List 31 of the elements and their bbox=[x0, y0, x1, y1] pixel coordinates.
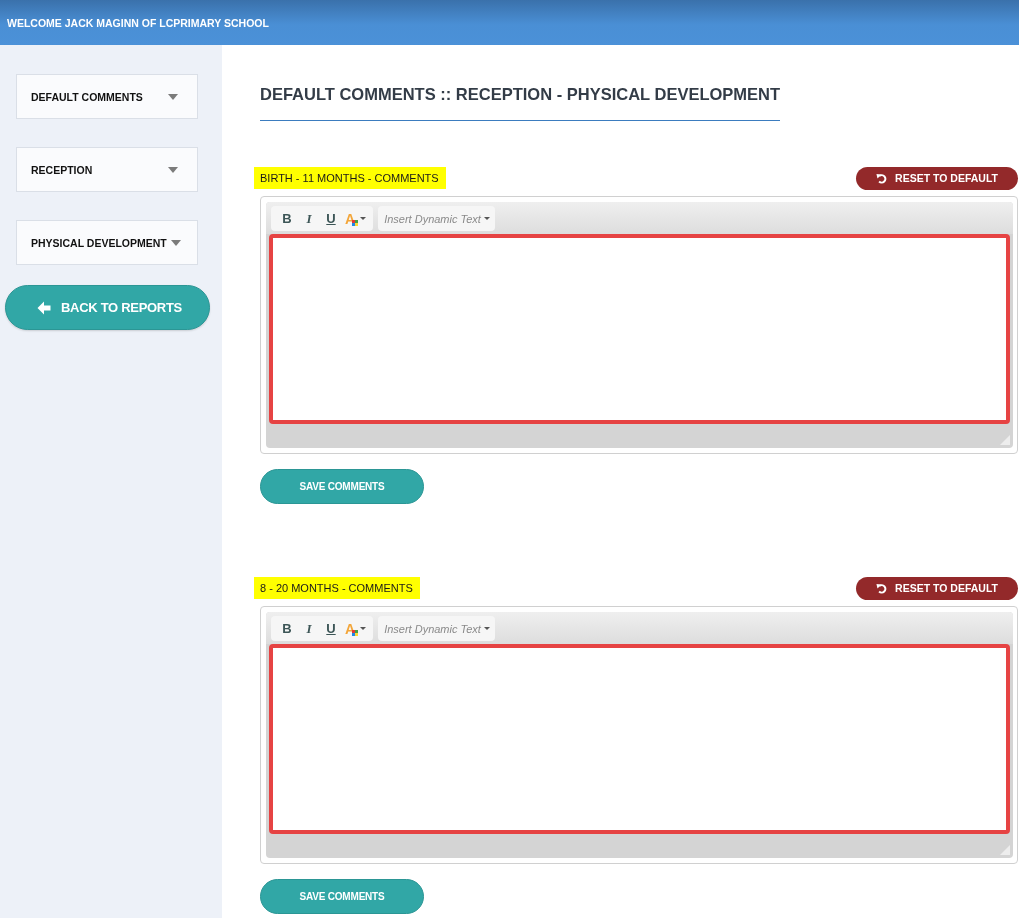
caret-icon bbox=[483, 217, 490, 220]
comment-textarea[interactable] bbox=[269, 234, 1010, 424]
reset-button[interactable]: RESET TO DEFAULT bbox=[856, 166, 1018, 190]
section-label: BIRTH - 11 MONTHS - COMMENTS bbox=[254, 167, 446, 189]
reset-icon bbox=[876, 582, 888, 594]
dropdown-select[interactable]: PHYSICAL DEVELOPMENT bbox=[16, 220, 198, 265]
color-squares-icon bbox=[352, 629, 359, 636]
comment-textarea[interactable] bbox=[269, 644, 1010, 834]
underline-button[interactable]: U bbox=[321, 618, 341, 639]
color-squares-icon bbox=[352, 219, 359, 226]
caret-icon bbox=[168, 166, 178, 173]
underline-button[interactable]: U bbox=[321, 208, 341, 229]
bold-button[interactable]: B bbox=[277, 208, 297, 229]
bold-button[interactable]: B bbox=[277, 618, 297, 639]
resize-grip-icon[interactable] bbox=[1000, 845, 1010, 855]
welcome-text: WELCOME JACK MAGINN OF LCPRIMARY SCHOOL bbox=[7, 16, 269, 29]
caret-icon bbox=[170, 239, 181, 246]
italic-button[interactable]: I bbox=[299, 208, 319, 229]
dropdown-select[interactable]: RECEPTION bbox=[16, 147, 198, 192]
reset-icon bbox=[876, 172, 888, 184]
caret-icon bbox=[360, 217, 367, 220]
caret-icon bbox=[483, 627, 490, 630]
caret-icon bbox=[168, 93, 178, 100]
caret-icon bbox=[360, 627, 367, 630]
reset-button[interactable]: RESET TO DEFAULT bbox=[856, 576, 1018, 600]
section-label: 8 - 20 MONTHS - COMMENTS bbox=[254, 577, 420, 599]
italic-button[interactable]: I bbox=[299, 618, 319, 639]
dropdown-select[interactable]: DEFAULT COMMENTS bbox=[16, 74, 198, 119]
resize-grip-icon[interactable] bbox=[1000, 435, 1010, 445]
arrow-left-icon bbox=[37, 300, 52, 315]
page-title: DEFAULT COMMENTS :: RECEPTION - PHYSICAL DEVELOPMENT bbox=[260, 84, 781, 121]
